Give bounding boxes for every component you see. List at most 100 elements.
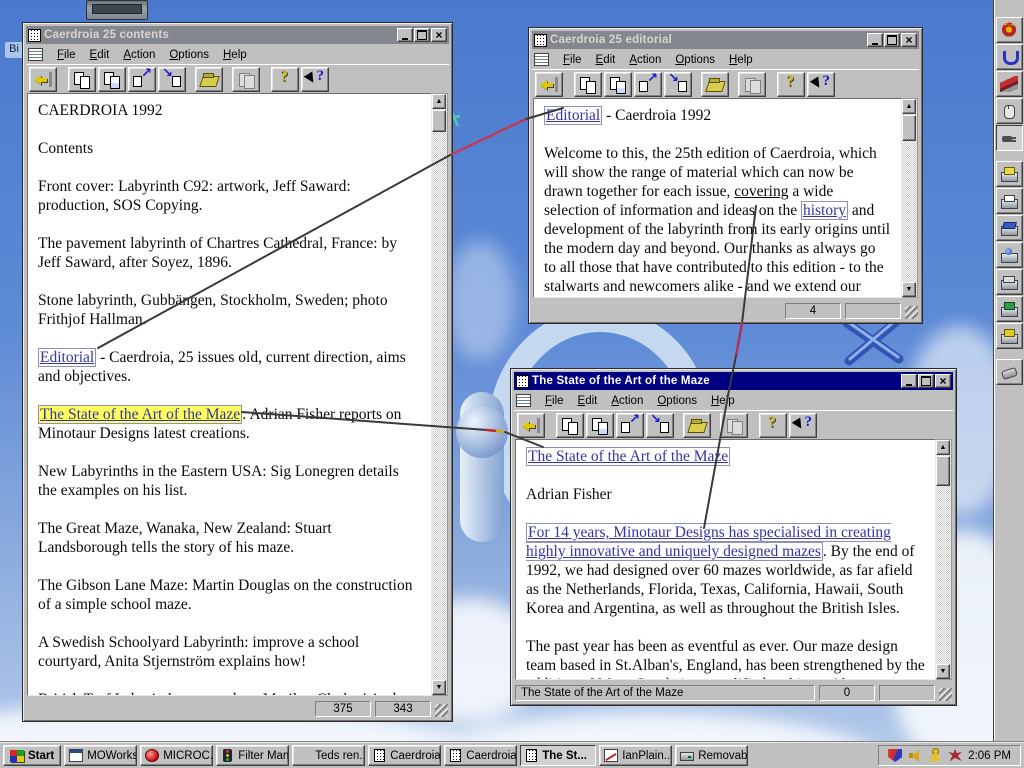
scroll-thumb[interactable] xyxy=(432,110,446,132)
hyperlink-highlighted[interactable]: The State of the Art of the Maze xyxy=(38,405,243,424)
task-button-the-st[interactable]: The St... xyxy=(520,745,597,766)
maximize-button[interactable] xyxy=(918,374,934,388)
close-button[interactable] xyxy=(901,33,917,47)
stapler-button[interactable] xyxy=(995,71,1023,97)
task-button-removab[interactable]: Removab... xyxy=(675,745,749,766)
drive-yellow-button[interactable] xyxy=(995,323,1023,349)
menu-options[interactable]: Options xyxy=(650,393,704,410)
scroll-up-button[interactable] xyxy=(936,440,950,455)
scroll-thumb[interactable] xyxy=(902,115,916,141)
maximize-button[interactable] xyxy=(884,33,900,47)
resize-grip[interactable] xyxy=(939,688,952,701)
link-up-button[interactable] xyxy=(616,412,644,438)
desktop-icon-label[interactable]: Bi xyxy=(5,42,23,58)
copy-page-button[interactable] xyxy=(556,412,584,438)
task-button-moworks[interactable]: MOWorks xyxy=(64,745,138,766)
paste-page-button[interactable] xyxy=(98,66,126,92)
paste-page-button[interactable] xyxy=(586,412,614,438)
titlebar-maze[interactable]: The State of the Art of the Maze xyxy=(514,372,953,390)
minimize-button[interactable] xyxy=(901,374,917,388)
task-button-microc[interactable]: MICROC... xyxy=(140,745,214,766)
menu-action[interactable]: Action xyxy=(604,393,650,410)
resize-grip[interactable] xyxy=(435,704,448,717)
menu-action[interactable]: Action xyxy=(116,47,162,64)
menu-file[interactable]: File xyxy=(538,393,571,410)
phone-button[interactable] xyxy=(995,359,1023,385)
titlebar-contents[interactable]: Caerdroia 25 contents xyxy=(26,26,449,44)
vertical-scrollbar[interactable] xyxy=(936,439,952,680)
link-down-button[interactable] xyxy=(158,66,186,92)
scroll-down-button[interactable] xyxy=(936,664,950,679)
flower-icon[interactable] xyxy=(948,749,962,762)
plug-button[interactable] xyxy=(995,125,1023,151)
scroll-down-button[interactable] xyxy=(432,680,446,695)
menu-help[interactable]: Help xyxy=(216,47,254,64)
hyperlink[interactable]: history xyxy=(800,201,849,220)
minimize-button[interactable] xyxy=(397,28,413,42)
copy-pages-button[interactable] xyxy=(232,66,260,92)
menu-edit[interactable]: Edit xyxy=(589,52,623,69)
maximize-button[interactable] xyxy=(414,28,430,42)
open-folder-button[interactable] xyxy=(683,412,711,438)
document-lines-icon[interactable] xyxy=(534,53,549,66)
open-folder-button[interactable] xyxy=(195,66,223,92)
drive-disk-button[interactable] xyxy=(995,161,1023,187)
link-up-button[interactable] xyxy=(128,66,156,92)
resize-grip[interactable] xyxy=(905,306,918,319)
task-button-teds-ren[interactable]: Teds ren... xyxy=(292,745,366,766)
link-down-button[interactable] xyxy=(646,412,674,438)
exit-button[interactable] xyxy=(517,412,545,438)
exit-button[interactable] xyxy=(29,66,57,92)
help-button[interactable] xyxy=(271,66,299,92)
menu-edit[interactable]: Edit xyxy=(571,393,605,410)
exit-button[interactable] xyxy=(535,71,563,97)
minimize-button[interactable] xyxy=(867,33,883,47)
task-button-filter-man[interactable]: Filter Man... xyxy=(216,745,290,766)
document-lines-icon[interactable] xyxy=(516,394,531,407)
copy-pages-button[interactable] xyxy=(738,71,766,97)
vertical-scrollbar[interactable] xyxy=(902,98,918,298)
open-folder-button[interactable] xyxy=(701,71,729,97)
menu-help[interactable]: Help xyxy=(704,393,742,410)
help-button[interactable] xyxy=(777,71,805,97)
menu-edit[interactable]: Edit xyxy=(83,47,117,64)
context-help-button[interactable] xyxy=(807,71,835,97)
scroll-up-button[interactable] xyxy=(432,94,446,109)
clamp-button[interactable] xyxy=(995,44,1023,70)
copy-page-button[interactable] xyxy=(68,66,96,92)
task-button-ianplain[interactable]: IanPlain... xyxy=(599,745,673,766)
copy-page-button[interactable] xyxy=(574,71,602,97)
titlebar-editorial[interactable]: Caerdroia 25 editorial xyxy=(532,31,919,49)
document-lines-icon[interactable] xyxy=(28,48,43,61)
close-button[interactable] xyxy=(431,28,447,42)
scroll-thumb[interactable] xyxy=(936,456,950,486)
link-up-button[interactable] xyxy=(634,71,662,97)
camera-button[interactable] xyxy=(995,242,1023,268)
task-button-caerdroia[interactable]: Caerdroia... xyxy=(444,745,518,766)
scroll-up-button[interactable] xyxy=(902,99,916,114)
printer-button[interactable] xyxy=(995,188,1023,214)
menu-help[interactable]: Help xyxy=(722,52,760,69)
bug-button[interactable] xyxy=(995,17,1023,43)
drive-green-button[interactable] xyxy=(995,296,1023,322)
menu-file[interactable]: File xyxy=(50,47,83,64)
menu-options[interactable]: Options xyxy=(162,47,216,64)
task-button-caerdroia[interactable]: Caerdroia... xyxy=(368,745,442,766)
hyperlink[interactable]: Editorial xyxy=(38,348,97,367)
mouse-button[interactable] xyxy=(995,98,1023,124)
hyperlink[interactable]: The State of the Art of the Maze xyxy=(526,447,731,466)
help-button[interactable] xyxy=(759,412,787,438)
scanner-button[interactable] xyxy=(995,215,1023,241)
speaker-icon[interactable] xyxy=(908,749,922,762)
link-down-button[interactable] xyxy=(664,71,692,97)
paste-page-button[interactable] xyxy=(604,71,632,97)
hyperlink[interactable]: Editorial xyxy=(544,106,603,125)
context-help-button[interactable] xyxy=(301,66,329,92)
shield-icon[interactable] xyxy=(888,749,903,762)
menu-options[interactable]: Options xyxy=(668,52,722,69)
menu-action[interactable]: Action xyxy=(622,52,668,69)
context-help-button[interactable] xyxy=(789,412,817,438)
vertical-scrollbar[interactable] xyxy=(432,93,448,696)
menu-file[interactable]: File xyxy=(556,52,589,69)
scroll-down-button[interactable] xyxy=(902,282,916,297)
